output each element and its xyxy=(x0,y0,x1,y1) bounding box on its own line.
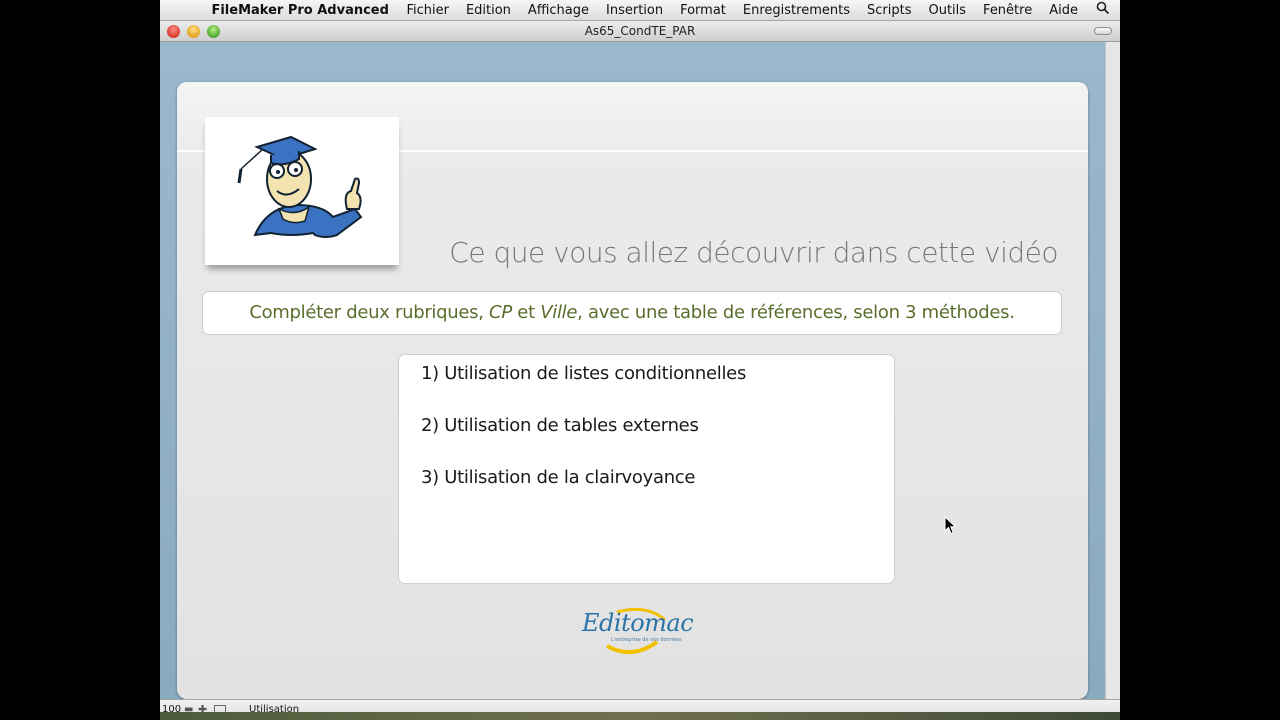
logo-tagline: L'entreprise de vos données xyxy=(611,637,682,643)
subtitle-box: Compléter deux rubriques, CP et Ville, a… xyxy=(202,291,1062,335)
desktop-background xyxy=(160,712,1120,720)
mascot-image xyxy=(205,117,399,265)
subtitle-text: Compléter deux rubriques, xyxy=(249,302,490,323)
logo-text: Editomac xyxy=(582,609,694,637)
list-item: 1) Utilisation de listes conditionnelles xyxy=(421,363,747,384)
menu-insertion[interactable]: Insertion xyxy=(598,3,672,18)
toolbar-toggle-button[interactable] xyxy=(1094,27,1112,35)
list-item: 3) Utilisation de la clairvoyance xyxy=(421,467,696,488)
menu-app-name[interactable]: FileMaker Pro Advanced xyxy=(197,3,397,18)
search-icon[interactable] xyxy=(1086,1,1120,19)
menu-scripts[interactable]: Scripts xyxy=(858,3,919,18)
screen: FileMaker Pro Advanced Fichier Edition A… xyxy=(160,0,1120,720)
layout-canvas: Ce que vous allez découvrir dans cette v… xyxy=(160,42,1105,699)
menu-format[interactable]: Format xyxy=(672,3,735,18)
mouse-cursor-icon xyxy=(944,516,957,535)
menu-enregistrements[interactable]: Enregistrements xyxy=(734,3,858,18)
subtitle-cp: CP xyxy=(489,302,512,323)
subtitle-text: et xyxy=(511,302,541,323)
menu-edition[interactable]: Edition xyxy=(457,3,519,18)
menu-affichage[interactable]: Affichage xyxy=(519,3,597,18)
layout-panel: Ce que vous allez découvrir dans cette v… xyxy=(177,82,1088,699)
methods-list: 1) Utilisation de listes conditionnelles… xyxy=(398,354,895,584)
editomac-logo: Editomac L'entreprise de vos données xyxy=(577,602,694,658)
list-item: 2) Utilisation de tables externes xyxy=(421,415,699,436)
vertical-scrollbar[interactable] xyxy=(1105,42,1120,699)
menu-fichier[interactable]: Fichier xyxy=(398,3,458,18)
title-bar[interactable]: As65_CondTE_PAR xyxy=(160,21,1120,42)
filemaker-window: As65_CondTE_PAR Ce que vous allez découv… xyxy=(160,21,1120,720)
subtitle-text: , avec une table de références, selon 3 … xyxy=(577,302,1015,323)
window-title: As65_CondTE_PAR xyxy=(584,24,696,38)
subtitle-ville: Ville xyxy=(540,302,578,323)
menu-bar: FileMaker Pro Advanced Fichier Edition A… xyxy=(160,0,1120,21)
menu-fenetre[interactable]: Fenêtre xyxy=(975,3,1041,18)
page-title: Ce que vous allez découvrir dans cette v… xyxy=(449,236,1058,269)
menu-outils[interactable]: Outils xyxy=(920,3,975,18)
menu-aide[interactable]: Aide xyxy=(1041,3,1087,18)
